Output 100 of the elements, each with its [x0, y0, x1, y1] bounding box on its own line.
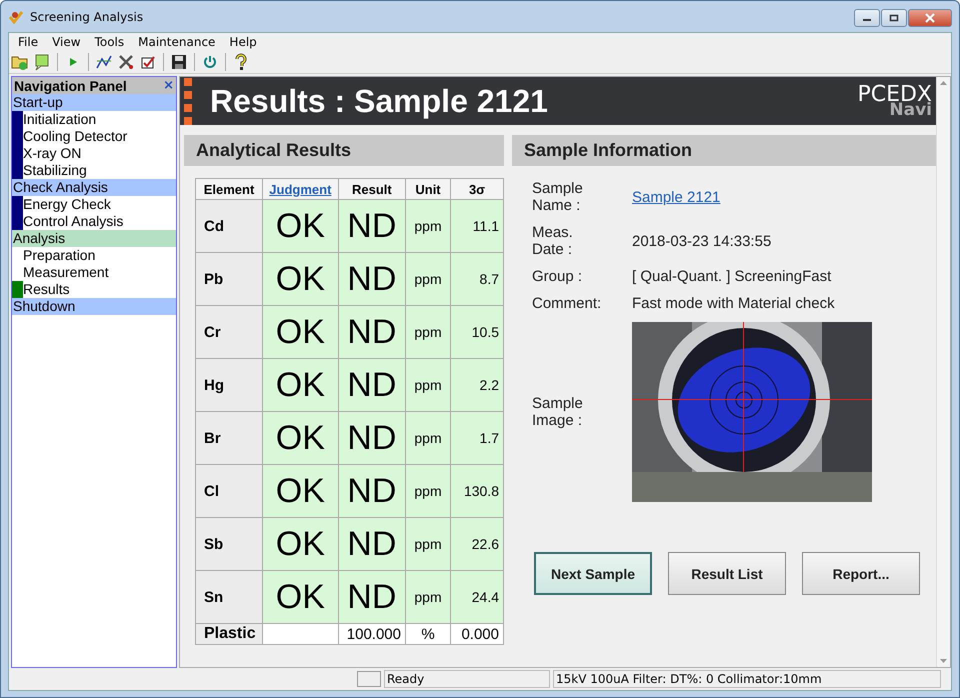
table-cell: OK: [262, 570, 338, 624]
field-label: Sample Name :: [532, 180, 584, 214]
maximize-icon: [889, 14, 899, 22]
column-header: Unit: [406, 178, 450, 200]
table-cell: Pb: [196, 252, 262, 306]
field-value: [ Qual-Quant. ] ScreeningFast: [632, 268, 832, 285]
menu-item[interactable]: Maintenance: [131, 35, 222, 49]
column-header: Result: [338, 178, 406, 200]
nav-section[interactable]: Analysis: [12, 230, 176, 247]
menu-item[interactable]: Help: [222, 35, 264, 49]
graph-icon[interactable]: [95, 53, 113, 71]
window-title: Screening Analysis: [30, 10, 144, 24]
table-cell: Cd: [196, 200, 262, 252]
table-cell: ND: [338, 358, 406, 412]
nav-section[interactable]: Check Analysis: [12, 179, 176, 196]
table-cell: ppm: [406, 200, 450, 252]
status-message: Ready: [384, 670, 550, 688]
table-cell: Sb: [196, 518, 262, 570]
table-cell: Hg: [196, 358, 262, 412]
table-cell: 1.7: [450, 412, 504, 464]
table-cell: 8.7: [450, 252, 504, 306]
maximize-button[interactable]: [881, 9, 907, 27]
table-cell: OK: [262, 306, 338, 358]
minimize-button[interactable]: [854, 9, 880, 27]
table-cell: ppm: [406, 518, 450, 570]
table-cell: ppm: [406, 358, 450, 412]
field-label: Comment:: [532, 295, 598, 312]
field-label: Group :: [532, 268, 584, 285]
table-cell: 22.6: [450, 518, 504, 570]
table-cell: 24.4: [450, 570, 504, 624]
table-cell: ND: [338, 200, 406, 252]
table-cell: Sn: [196, 570, 262, 624]
table-cell: ppm: [406, 570, 450, 624]
table-cell: Plastic: [196, 624, 262, 644]
tools-icon[interactable]: [117, 53, 135, 71]
table-cell: OK: [262, 252, 338, 306]
table-cell: ND: [338, 412, 406, 464]
nav-item[interactable]: Cooling Detector: [23, 128, 128, 145]
table-cell: 2.2: [450, 358, 504, 412]
nav-item[interactable]: Measurement: [23, 264, 109, 281]
table-cell: ppm: [406, 252, 450, 306]
table-cell: Cl: [196, 464, 262, 518]
table-cell: 130.8: [450, 464, 504, 518]
panel-title: Navigation Panel: [14, 78, 127, 94]
table-cell: ND: [338, 306, 406, 358]
field-value: 2018-03-23 14:33:55: [632, 232, 772, 250]
field-label: Sample Image :: [532, 395, 584, 429]
status-indicator: [357, 671, 381, 687]
power-icon[interactable]: [201, 53, 219, 71]
field-value: Fast mode with Material check: [632, 295, 836, 312]
table-cell: OK: [262, 412, 338, 464]
nav-item[interactable]: Preparation: [23, 247, 96, 264]
table-cell: 0.000: [450, 624, 504, 644]
nav-item[interactable]: Results: [23, 281, 70, 298]
table-cell: OK: [262, 200, 338, 252]
column-header: Element: [196, 178, 262, 200]
table-cell: Cr: [196, 306, 262, 358]
table-cell: OK: [262, 358, 338, 412]
status-info: 15kV 100uA Filter: DT%: 0 Collimator:10mm: [553, 670, 941, 688]
section-header: Sample Information: [512, 135, 936, 166]
action-button[interactable]: Report...: [802, 552, 920, 595]
page-title: Results : Sample 2121: [209, 82, 549, 120]
table-cell: ppm: [406, 306, 450, 358]
table-cell: ND: [338, 464, 406, 518]
close-icon[interactable]: ×: [163, 78, 174, 93]
nav-item[interactable]: Stabilizing: [23, 162, 87, 179]
nav-item[interactable]: Energy Check: [23, 196, 111, 213]
close-button[interactable]: [908, 9, 952, 27]
menu-item[interactable]: File: [11, 35, 46, 49]
app-icon: [8, 8, 24, 24]
nav-item[interactable]: Initialization: [23, 111, 96, 128]
action-button[interactable]: Next Sample: [534, 552, 652, 595]
table-cell: ppm: [406, 412, 450, 464]
table-cell: OK: [262, 518, 338, 570]
nav-item[interactable]: X-ray ON: [23, 145, 82, 162]
note-icon[interactable]: [33, 53, 51, 71]
menu-item[interactable]: View: [45, 35, 88, 49]
action-button[interactable]: Result List: [668, 552, 786, 595]
menu-item[interactable]: Tools: [88, 35, 132, 49]
column-header[interactable]: Judgment: [262, 178, 338, 200]
squares-drawing: [184, 78, 192, 124]
nav-section[interactable]: Shutdown: [12, 298, 176, 315]
table-cell: 10.5: [450, 306, 504, 358]
table-cell: %: [406, 624, 450, 644]
table-cell: 100.000: [338, 624, 406, 644]
table-cell: ND: [338, 252, 406, 306]
nav-item[interactable]: Control Analysis: [23, 213, 124, 230]
table-cell: ND: [338, 518, 406, 570]
table-cell: ppm: [406, 464, 450, 518]
sample-link[interactable]: Sample 2121: [632, 188, 720, 206]
column-header: 3σ: [450, 178, 504, 200]
table-cell: Br: [196, 412, 262, 464]
close-icon: [925, 13, 935, 23]
scrollbar[interactable]: [936, 77, 950, 667]
table-cell: 11.1: [450, 200, 504, 252]
table-cell: ND: [338, 570, 406, 624]
field-label: Meas. Date :: [532, 224, 574, 258]
save-icon[interactable]: [170, 53, 188, 71]
section-header: Analytical Results: [184, 135, 504, 166]
nav-section[interactable]: Start-up: [12, 94, 176, 111]
